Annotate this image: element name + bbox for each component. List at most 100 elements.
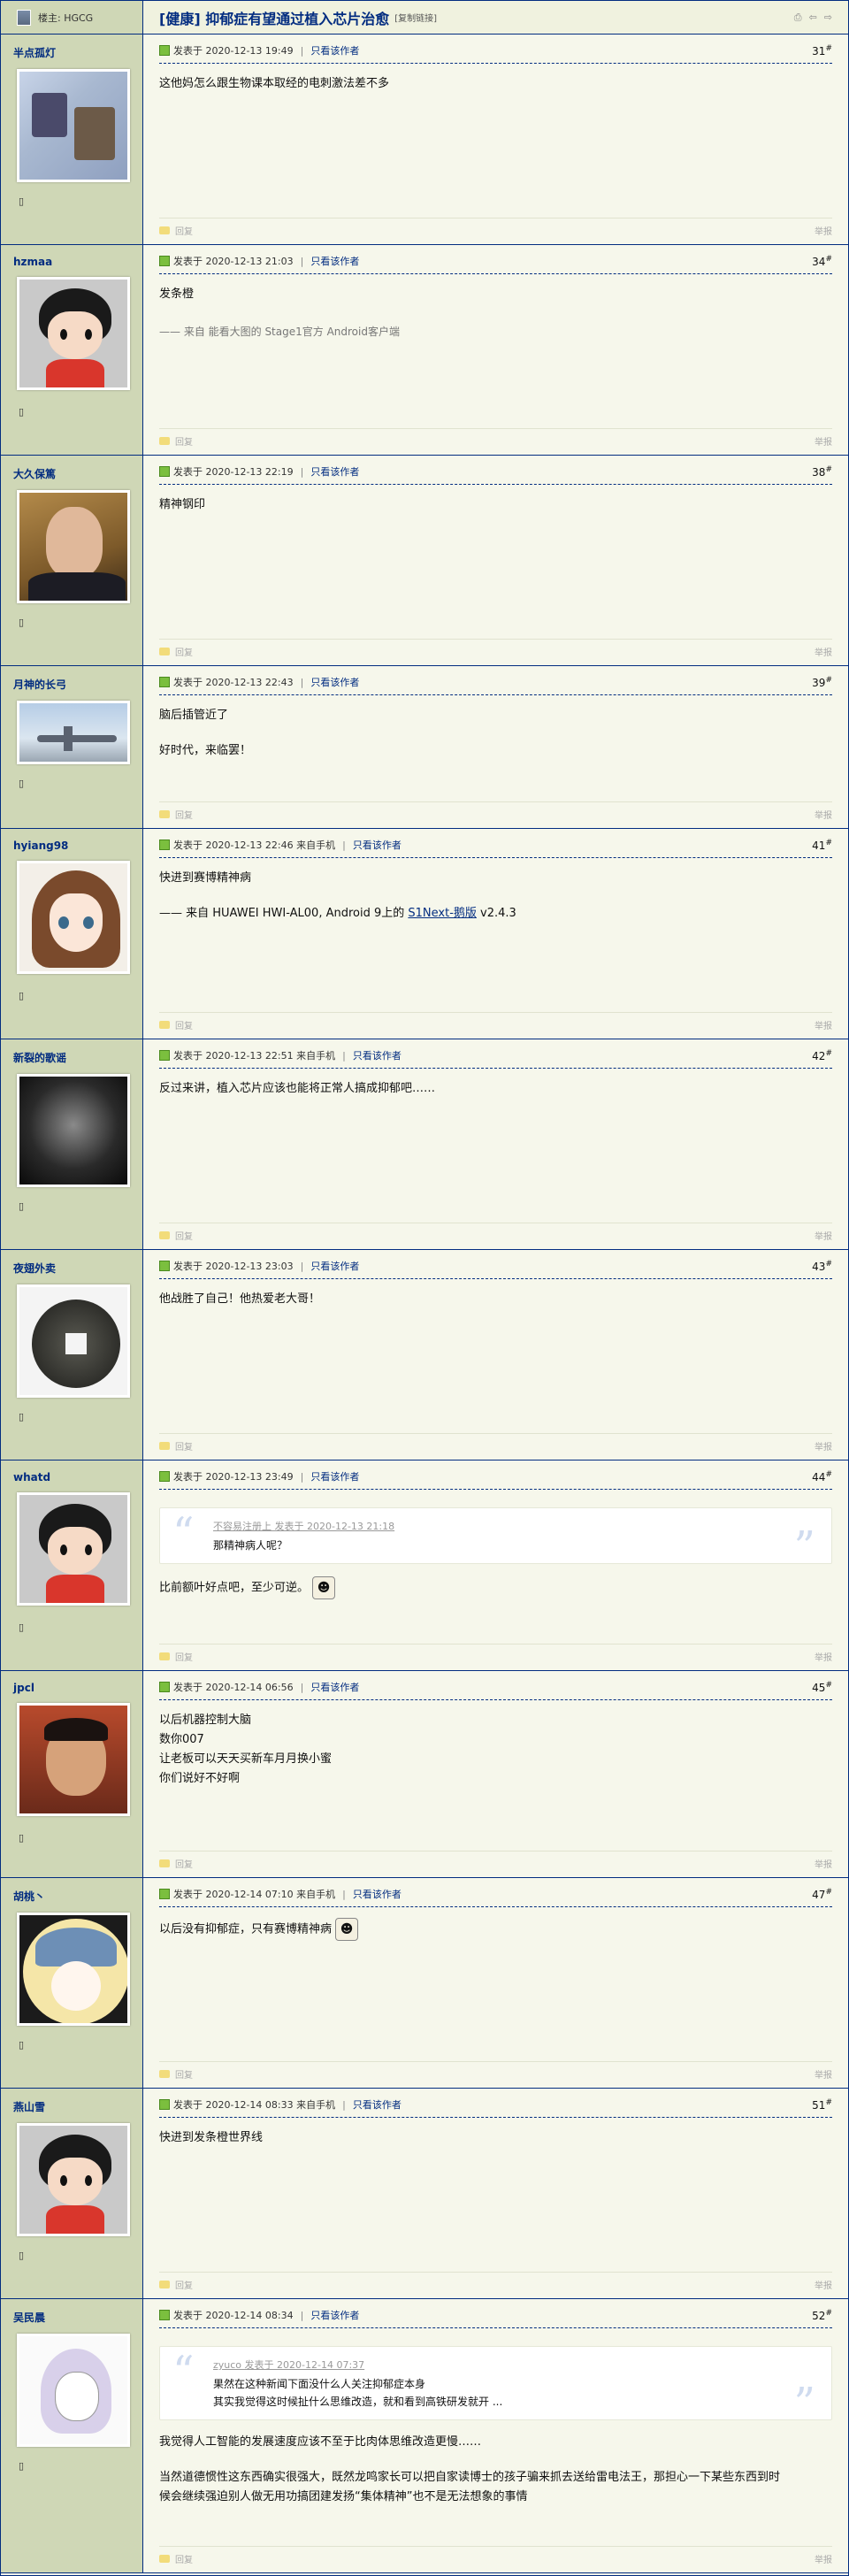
post-username[interactable]: 燕山雪 <box>13 2099 130 2114</box>
only-author-link[interactable]: 只看该作者 <box>310 1680 359 1694</box>
posted-at-label: 发表于 <box>173 2099 203 2111</box>
avatar[interactable] <box>17 69 130 182</box>
floor-value: 41 <box>812 839 826 852</box>
reply-icon <box>159 1231 170 1239</box>
avatar[interactable] <box>17 1074 130 1187</box>
quote-text: 那精神病人呢？ <box>213 1539 288 1552</box>
only-author-link[interactable]: 只看该作者 <box>310 43 359 58</box>
print-icon[interactable]: ⎙ <box>794 12 802 24</box>
copy-link-button[interactable]: [复制链接] <box>394 11 437 24</box>
post-footer: 回复 举报 <box>159 2272 832 2291</box>
report-button[interactable]: 举报 <box>815 1439 832 1453</box>
post-username[interactable]: 大久保篤 <box>13 466 130 481</box>
floor-number[interactable]: 38# <box>812 465 832 479</box>
only-author-link[interactable]: 只看该作者 <box>353 1887 402 1901</box>
report-button[interactable]: 举报 <box>815 1018 832 1031</box>
signature[interactable]: —— 来自 能看大图的 Stage1官方 Android客户端 <box>159 322 832 341</box>
post: 半点孤灯 ▯ 发表于 2020-12-13 19:49 | 只看该作者 31# 这他妈怎么跟… <box>1 34 848 245</box>
floor-number[interactable]: 45# <box>812 1681 832 1694</box>
floor-number[interactable]: 44# <box>812 1470 832 1484</box>
report-button[interactable]: 举报 <box>815 1650 832 1663</box>
floor-number[interactable]: 52# <box>812 2309 832 2322</box>
online-status-icon <box>159 1050 170 1061</box>
floor-number[interactable]: 47# <box>812 1888 832 1901</box>
only-author-link[interactable]: 只看该作者 <box>353 1048 402 1062</box>
reply-button[interactable]: 回复 <box>159 808 193 821</box>
avatar[interactable] <box>17 701 130 764</box>
avatar[interactable] <box>17 490 130 603</box>
reply-button[interactable]: 回复 <box>159 1650 193 1663</box>
report-button[interactable]: 举报 <box>815 434 832 448</box>
floor-number[interactable]: 51# <box>812 2098 832 2112</box>
only-author-link[interactable]: 只看该作者 <box>310 464 359 479</box>
post-footer: 回复 举报 <box>159 639 832 658</box>
reply-button[interactable]: 回复 <box>159 1229 193 1242</box>
only-author-link[interactable]: 只看该作者 <box>353 2097 402 2112</box>
avatar[interactable] <box>17 277 130 390</box>
only-author-link[interactable]: 只看该作者 <box>310 675 359 689</box>
report-button[interactable]: 举报 <box>815 2552 832 2565</box>
report-button[interactable]: 举报 <box>815 808 832 821</box>
post-username[interactable]: 胡桃丶 <box>13 1889 130 1904</box>
floor-number[interactable]: 39# <box>812 676 832 689</box>
avatar[interactable] <box>17 1913 130 2026</box>
avatar[interactable] <box>17 2334 130 2447</box>
post-username[interactable]: 夜翅外卖 <box>13 1261 130 1276</box>
post-text: 让老板可以天天买新车月月换小蜜 <box>159 1752 333 1766</box>
report-button[interactable]: 举报 <box>815 1857 832 1870</box>
floor-number[interactable]: 43# <box>812 1260 832 1273</box>
post-time: 2020-12-13 22:46 <box>205 839 294 851</box>
post-text: 比前额叶好点吧，至少可逆。 <box>159 1581 310 1595</box>
post-text: 你们说好不好啊 <box>159 1772 241 1785</box>
post-username[interactable]: 吴民晨 <box>13 2310 130 2325</box>
only-author-link[interactable]: 只看该作者 <box>310 1469 359 1484</box>
signature-app-link[interactable]: S1Next-鹅版 <box>408 907 477 920</box>
meta-divider: | <box>300 676 304 688</box>
reply-button[interactable]: 回复 <box>159 645 193 658</box>
reply-button[interactable]: 回复 <box>159 2067 193 2081</box>
reply-button[interactable]: 回复 <box>159 2552 193 2565</box>
post-username[interactable]: 新裂的歌谣 <box>13 1050 130 1065</box>
post-text: 好时代，来临罢！ <box>159 744 252 757</box>
floor-suffix: # <box>825 1048 832 1058</box>
reply-button[interactable]: 回复 <box>159 1857 193 1870</box>
floor-number[interactable]: 34# <box>812 255 832 268</box>
only-author-link[interactable]: 只看该作者 <box>310 1259 359 1273</box>
quote-source[interactable]: zyuco 发表于 2020-12-14 07:37 <box>213 2356 821 2375</box>
reply-button[interactable]: 回复 <box>159 224 193 237</box>
post-username[interactable]: 月神的长弓 <box>13 677 130 692</box>
avatar[interactable] <box>17 861 130 974</box>
floor-number[interactable]: 31# <box>812 44 832 58</box>
only-author-link[interactable]: 只看该作者 <box>310 2308 359 2322</box>
emoji-icon: ☻ <box>312 1576 336 1599</box>
reply-button[interactable]: 回复 <box>159 434 193 448</box>
next-thread-icon[interactable]: ⇨ <box>824 12 832 24</box>
avatar[interactable] <box>17 1284 130 1398</box>
only-author-link[interactable]: 只看该作者 <box>353 838 402 852</box>
post-username[interactable]: whatd <box>13 1471 130 1484</box>
prev-thread-icon[interactable]: ⇦ <box>809 12 817 24</box>
report-button[interactable]: 举报 <box>815 224 832 237</box>
report-button[interactable]: 举报 <box>815 1229 832 1242</box>
reply-button[interactable]: 回复 <box>159 2278 193 2291</box>
post-username[interactable]: hyiang98 <box>13 840 130 852</box>
post-username[interactable]: hzmaa <box>13 256 130 268</box>
post-username[interactable]: 半点孤灯 <box>13 45 130 60</box>
floor-number[interactable]: 42# <box>812 1049 832 1062</box>
floor-suffix: # <box>825 838 832 847</box>
signature: —— 来自 HUAWEI HWI-AL00, Android 9上的 S1Nex… <box>159 904 832 924</box>
avatar[interactable] <box>17 1492 130 1606</box>
avatar[interactable] <box>17 1703 130 1816</box>
report-button[interactable]: 举报 <box>815 2278 832 2291</box>
floor-number[interactable]: 41# <box>812 839 832 852</box>
quote-source[interactable]: 不容易注册上 发表于 2020-12-13 21:18 <box>213 1517 821 1537</box>
only-author-link[interactable]: 只看该作者 <box>310 254 359 268</box>
avatar[interactable] <box>17 2123 130 2236</box>
reply-button[interactable]: 回复 <box>159 1018 193 1031</box>
reply-button[interactable]: 回复 <box>159 1439 193 1453</box>
quote-open-icon: “ <box>172 2347 195 2396</box>
report-button[interactable]: 举报 <box>815 645 832 658</box>
reply-label: 回复 <box>175 2281 193 2291</box>
report-button[interactable]: 举报 <box>815 2067 832 2081</box>
post-username[interactable]: jpcl <box>13 1682 130 1694</box>
